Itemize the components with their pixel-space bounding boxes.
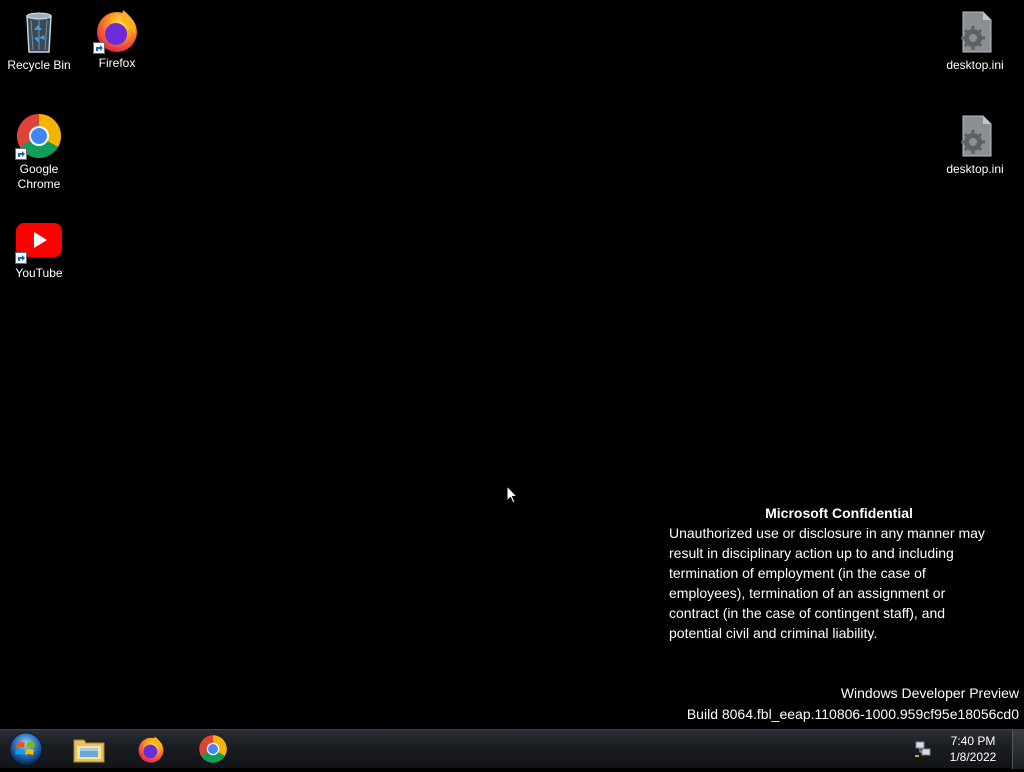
firefox-icon bbox=[93, 6, 141, 54]
chrome-icon bbox=[199, 735, 227, 763]
network-icon[interactable] bbox=[914, 740, 932, 758]
clock-date: 1/8/2022 bbox=[949, 750, 997, 764]
desktop-icon-recycle-bin[interactable]: Recycle Bin bbox=[1, 8, 77, 73]
shortcut-arrow-icon bbox=[93, 42, 105, 54]
desktop-icon-label: Recycle Bin bbox=[7, 58, 71, 72]
file-explorer-icon bbox=[73, 739, 105, 763]
taskbar: 7:40 PM 1/8/2022 bbox=[0, 729, 1024, 769]
confidential-title: Microsoft Confidential bbox=[765, 505, 913, 521]
shortcut-arrow-icon bbox=[15, 252, 27, 264]
desktop-icon-desktop-ini[interactable]: desktop.ini bbox=[937, 112, 1013, 177]
desktop-icon-label: desktop.ini bbox=[946, 162, 1004, 176]
show-desktop-button[interactable] bbox=[1012, 730, 1024, 769]
build-label: Build 8064.fbl_eeap.110806-1000.959cf95e… bbox=[686, 706, 1019, 722]
confidential-line: potential civil and criminal liability. bbox=[669, 625, 878, 641]
taskbar-firefox-button[interactable] bbox=[124, 732, 178, 766]
settings-file-icon bbox=[951, 112, 999, 160]
firefox-icon bbox=[138, 736, 164, 763]
settings-file-icon bbox=[951, 8, 999, 56]
desktop-icon-label: Google Chrome bbox=[17, 162, 61, 191]
confidential-line: result in disciplinary action up to and … bbox=[669, 545, 954, 561]
recycle-bin-icon bbox=[15, 8, 63, 56]
desktop-icon-label: YouTube bbox=[15, 266, 63, 280]
mouse-cursor-icon bbox=[506, 484, 519, 505]
taskbar-chrome-button[interactable] bbox=[186, 732, 240, 766]
desktop-icon-firefox[interactable]: Firefox bbox=[79, 6, 155, 71]
clock-time: 7:40 PM bbox=[950, 734, 996, 748]
desktop-icon-label: Firefox bbox=[98, 56, 136, 70]
edition-label: Windows Developer Preview bbox=[840, 685, 1019, 701]
taskbar-file-explorer-button[interactable] bbox=[62, 732, 116, 766]
confidential-line: contract (in the case of contingent staf… bbox=[669, 605, 946, 621]
shortcut-arrow-icon bbox=[15, 148, 27, 160]
desktop-icon-label: desktop.ini bbox=[946, 58, 1004, 72]
chrome-icon bbox=[15, 112, 63, 160]
start-button[interactable] bbox=[6, 731, 46, 767]
desktop-icon-google-chrome[interactable]: Google Chrome bbox=[1, 112, 77, 192]
confidential-notice: Microsoft Confidential Unauthorized use … bbox=[669, 503, 1009, 643]
desktop: Recycle Bin Firefox Google Chrome YouTub… bbox=[0, 0, 1024, 729]
youtube-icon bbox=[15, 216, 63, 264]
desktop-icon-youtube[interactable]: YouTube bbox=[1, 216, 77, 281]
confidential-line: Unauthorized use or disclosure in any ma… bbox=[669, 525, 985, 541]
build-watermark: Windows Developer Preview Build 8064.fbl… bbox=[687, 683, 1019, 725]
windows-logo-icon bbox=[9, 732, 43, 766]
confidential-line: termination of employment (in the case o… bbox=[669, 565, 926, 581]
desktop-icon-desktop-ini[interactable]: desktop.ini bbox=[937, 8, 1013, 73]
confidential-line: employees), termination of an assignment… bbox=[669, 585, 946, 601]
taskbar-clock[interactable]: 7:40 PM 1/8/2022 bbox=[940, 733, 1006, 765]
